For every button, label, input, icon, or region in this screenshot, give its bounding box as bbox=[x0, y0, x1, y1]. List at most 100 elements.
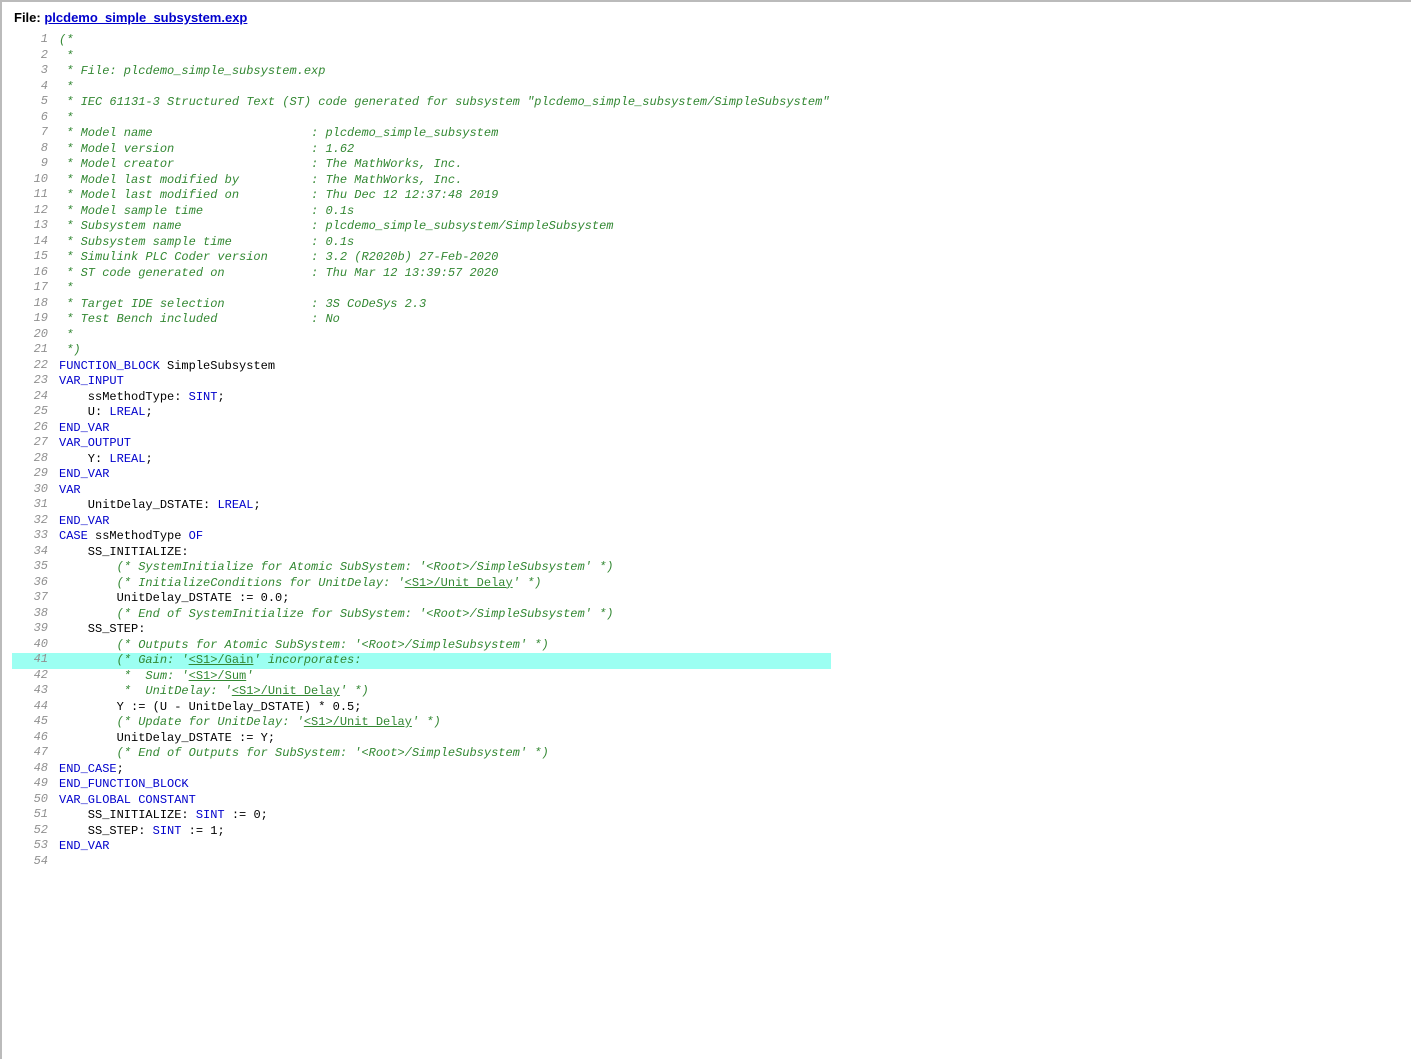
code-line: 30VAR bbox=[12, 483, 831, 499]
block-link[interactable]: <S1>/Unit Delay bbox=[232, 684, 340, 698]
code-cell: VAR_GLOBAL CONSTANT bbox=[58, 793, 831, 809]
line-number: 13 bbox=[12, 219, 58, 235]
code-cell: UnitDelay_DSTATE: LREAL; bbox=[58, 498, 831, 514]
code-cell: SS_STEP: bbox=[58, 622, 831, 638]
code-line: 18 * Target IDE selection : 3S CoDeSys 2… bbox=[12, 297, 831, 313]
code-cell: * Model version : 1.62 bbox=[58, 142, 831, 158]
code-cell: * IEC 61131-3 Structured Text (ST) code … bbox=[58, 95, 831, 111]
code-cell: (* Gain: '<S1>/Gain' incorporates: bbox=[58, 653, 831, 669]
code-line: 46 UnitDelay_DSTATE := Y; bbox=[12, 731, 831, 747]
code-cell: SS_INITIALIZE: SINT := 0; bbox=[58, 808, 831, 824]
line-number: 32 bbox=[12, 514, 58, 530]
line-number: 27 bbox=[12, 436, 58, 452]
code-line: 52 SS_STEP: SINT := 1; bbox=[12, 824, 831, 840]
code-line: 17 * bbox=[12, 281, 831, 297]
line-number: 44 bbox=[12, 700, 58, 716]
code-cell: * ST code generated on : Thu Mar 12 13:3… bbox=[58, 266, 831, 282]
code-cell: UnitDelay_DSTATE := Y; bbox=[58, 731, 831, 747]
line-number: 41 bbox=[12, 653, 58, 669]
code-cell: END_CASE; bbox=[58, 762, 831, 778]
line-number: 31 bbox=[12, 498, 58, 514]
code-line: 33CASE ssMethodType OF bbox=[12, 529, 831, 545]
line-number: 14 bbox=[12, 235, 58, 251]
line-number: 5 bbox=[12, 95, 58, 111]
code-line: 34 SS_INITIALIZE: bbox=[12, 545, 831, 561]
line-number: 42 bbox=[12, 669, 58, 685]
code-line: 35 (* SystemInitialize for Atomic SubSys… bbox=[12, 560, 831, 576]
line-number: 9 bbox=[12, 157, 58, 173]
code-line: 14 * Subsystem sample time : 0.1s bbox=[12, 235, 831, 251]
code-cell: (* bbox=[58, 33, 831, 49]
code-cell: * Model sample time : 0.1s bbox=[58, 204, 831, 220]
line-number: 46 bbox=[12, 731, 58, 747]
code-cell: (* SystemInitialize for Atomic SubSystem… bbox=[58, 560, 831, 576]
code-cell: VAR bbox=[58, 483, 831, 499]
code-cell: * Simulink PLC Coder version : 3.2 (R202… bbox=[58, 250, 831, 266]
line-number: 23 bbox=[12, 374, 58, 390]
line-number: 12 bbox=[12, 204, 58, 220]
code-cell: * Sum: '<S1>/Sum' bbox=[58, 669, 831, 685]
code-cell: END_VAR bbox=[58, 421, 831, 437]
block-link[interactable]: <S1>/Gain bbox=[189, 653, 254, 667]
code-cell: * File: plcdemo_simple_subsystem.exp bbox=[58, 64, 831, 80]
line-number: 25 bbox=[12, 405, 58, 421]
code-cell: (* InitializeConditions for UnitDelay: '… bbox=[58, 576, 831, 592]
line-number: 53 bbox=[12, 839, 58, 855]
code-cell: * bbox=[58, 80, 831, 96]
code-cell: * Model creator : The MathWorks, Inc. bbox=[58, 157, 831, 173]
code-line: 32END_VAR bbox=[12, 514, 831, 530]
line-number: 19 bbox=[12, 312, 58, 328]
code-line: 31 UnitDelay_DSTATE: LREAL; bbox=[12, 498, 831, 514]
line-number: 28 bbox=[12, 452, 58, 468]
line-number: 37 bbox=[12, 591, 58, 607]
line-number: 4 bbox=[12, 80, 58, 96]
code-line: 16 * ST code generated on : Thu Mar 12 1… bbox=[12, 266, 831, 282]
code-line: 50VAR_GLOBAL CONSTANT bbox=[12, 793, 831, 809]
line-number: 10 bbox=[12, 173, 58, 189]
code-cell: * Target IDE selection : 3S CoDeSys 2.3 bbox=[58, 297, 831, 313]
line-number: 26 bbox=[12, 421, 58, 437]
code-line: 42 * Sum: '<S1>/Sum' bbox=[12, 669, 831, 685]
code-line: 37 UnitDelay_DSTATE := 0.0; bbox=[12, 591, 831, 607]
code-cell: U: LREAL; bbox=[58, 405, 831, 421]
code-cell: * UnitDelay: '<S1>/Unit Delay' *) bbox=[58, 684, 831, 700]
code-cell: * Subsystem sample time : 0.1s bbox=[58, 235, 831, 251]
code-cell: END_VAR bbox=[58, 839, 831, 855]
code-line: 22FUNCTION_BLOCK SimpleSubsystem bbox=[12, 359, 831, 375]
code-cell: (* End of Outputs for SubSystem: '<Root>… bbox=[58, 746, 831, 762]
block-link[interactable]: <S1>/Sum bbox=[189, 669, 247, 683]
line-number: 39 bbox=[12, 622, 58, 638]
line-number: 21 bbox=[12, 343, 58, 359]
line-number: 35 bbox=[12, 560, 58, 576]
code-line: 20 * bbox=[12, 328, 831, 344]
code-line: 19 * Test Bench included : No bbox=[12, 312, 831, 328]
code-cell: * bbox=[58, 111, 831, 127]
line-number: 24 bbox=[12, 390, 58, 406]
line-number: 51 bbox=[12, 808, 58, 824]
code-cell: UnitDelay_DSTATE := 0.0; bbox=[58, 591, 831, 607]
line-number: 47 bbox=[12, 746, 58, 762]
line-number: 7 bbox=[12, 126, 58, 142]
line-number: 43 bbox=[12, 684, 58, 700]
code-cell: * Model last modified by : The MathWorks… bbox=[58, 173, 831, 189]
code-viewer: File: plcdemo_simple_subsystem.exp 1(*2 … bbox=[0, 0, 1411, 1059]
line-number: 2 bbox=[12, 49, 58, 65]
code-cell: END_VAR bbox=[58, 467, 831, 483]
code-line: 40 (* Outputs for Atomic SubSystem: '<Ro… bbox=[12, 638, 831, 654]
line-number: 30 bbox=[12, 483, 58, 499]
file-header: File: plcdemo_simple_subsystem.exp bbox=[14, 10, 1401, 25]
code-cell: (* Update for UnitDelay: '<S1>/Unit Dela… bbox=[58, 715, 831, 731]
code-cell: FUNCTION_BLOCK SimpleSubsystem bbox=[58, 359, 831, 375]
line-number: 36 bbox=[12, 576, 58, 592]
code-line: 54 bbox=[12, 855, 831, 869]
code-line: 27VAR_OUTPUT bbox=[12, 436, 831, 452]
code-line: 7 * Model name : plcdemo_simple_subsyste… bbox=[12, 126, 831, 142]
code-line: 44 Y := (U - UnitDelay_DSTATE) * 0.5; bbox=[12, 700, 831, 716]
code-cell: END_VAR bbox=[58, 514, 831, 530]
code-line: 25 U: LREAL; bbox=[12, 405, 831, 421]
block-link[interactable]: <S1>/Unit Delay bbox=[304, 715, 412, 729]
code-cell: * bbox=[58, 328, 831, 344]
block-link[interactable]: <S1>/Unit Delay bbox=[405, 576, 513, 590]
line-number: 33 bbox=[12, 529, 58, 545]
file-link[interactable]: plcdemo_simple_subsystem.exp bbox=[44, 10, 247, 25]
